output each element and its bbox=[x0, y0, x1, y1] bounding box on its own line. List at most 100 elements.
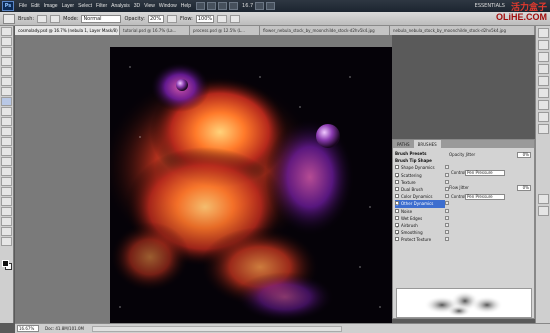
opacity-jitter-slider[interactable] bbox=[449, 159, 533, 168]
menu-select[interactable]: Select bbox=[76, 3, 94, 9]
opacity-field[interactable]: 20% bbox=[148, 14, 164, 23]
quick-selection-tool-icon[interactable] bbox=[1, 57, 12, 66]
checkbox-checked[interactable]: ✓ bbox=[395, 201, 399, 207]
clone-source-panel-icon[interactable] bbox=[537, 206, 549, 216]
wet-edges-item[interactable]: Wet Edges bbox=[395, 215, 449, 222]
zoom-tool-icon[interactable] bbox=[1, 237, 12, 246]
menu-image[interactable]: Image bbox=[42, 3, 60, 9]
menu-layer[interactable]: Layer bbox=[60, 3, 77, 9]
control-select-2[interactable]: Pen Pressure bbox=[465, 193, 505, 200]
checkbox[interactable] bbox=[395, 194, 399, 199]
screen-mode-icon[interactable] bbox=[266, 2, 276, 10]
pen-tool-icon[interactable] bbox=[1, 167, 12, 176]
brush-tool-icon[interactable] bbox=[1, 97, 12, 106]
zoom-level[interactable]: 16.7 bbox=[242, 3, 253, 9]
control-select-1[interactable]: Pen Pressure bbox=[465, 169, 505, 176]
layers-panel-icon[interactable] bbox=[537, 88, 549, 98]
hand-tool-icon[interactable] bbox=[218, 2, 228, 10]
menu-edit[interactable]: Edit bbox=[29, 3, 42, 9]
canvas-area[interactable] bbox=[15, 35, 392, 323]
3d-orbit-tool-icon[interactable] bbox=[1, 217, 12, 226]
tab-brushes[interactable]: BRUSHES bbox=[413, 140, 441, 148]
opacity-jitter-field[interactable]: 0% bbox=[517, 151, 531, 158]
adjustments-panel-icon[interactable] bbox=[537, 64, 549, 74]
noise-item[interactable]: Noise bbox=[395, 208, 449, 215]
type-tool-icon[interactable] bbox=[1, 177, 12, 186]
tab-cosmolady[interactable]: cosmolady.psd @ 16.7% (nebula 1, Layer M… bbox=[15, 26, 120, 35]
checkbox[interactable] bbox=[395, 186, 399, 191]
texture-item[interactable]: Texture bbox=[395, 179, 449, 186]
history-panel-icon[interactable] bbox=[537, 124, 549, 134]
menu-filter[interactable]: Filter bbox=[94, 3, 109, 9]
lock-icon[interactable] bbox=[445, 215, 449, 220]
flow-jitter-field[interactable]: 0% bbox=[517, 184, 531, 191]
hand-tool-icon[interactable] bbox=[1, 227, 12, 236]
bridge-icon[interactable] bbox=[196, 2, 206, 10]
flow-field[interactable]: 100% bbox=[195, 14, 214, 23]
lasso-tool-icon[interactable] bbox=[1, 47, 12, 56]
menu-help[interactable]: Help bbox=[179, 3, 193, 9]
lock-icon[interactable] bbox=[445, 237, 449, 242]
checkbox[interactable] bbox=[395, 208, 399, 213]
zoom-percentage-field[interactable]: 16.67% bbox=[17, 325, 39, 332]
protect-texture-item[interactable]: Protect Texture bbox=[395, 236, 449, 243]
tab-nebula-stock[interactable]: nebula_nebula_stock_by_moonchilde_stock-… bbox=[390, 26, 535, 35]
menu-view[interactable]: View bbox=[142, 3, 157, 9]
shape-tool-icon[interactable] bbox=[1, 197, 12, 206]
pressure-size-icon[interactable] bbox=[229, 14, 240, 23]
pressure-opacity-icon[interactable] bbox=[167, 14, 177, 23]
arrange-documents-icon[interactable] bbox=[255, 2, 265, 10]
nebula-artwork[interactable] bbox=[110, 47, 392, 323]
checkbox[interactable] bbox=[395, 179, 399, 184]
horizontal-scrollbar[interactable] bbox=[91, 325, 342, 332]
color-dynamics-item[interactable]: Color Dynamics bbox=[395, 193, 449, 200]
tab-paths[interactable]: PATHS bbox=[393, 140, 414, 148]
checkbox-checked[interactable]: ✓ bbox=[395, 172, 399, 179]
brush-picker[interactable] bbox=[37, 14, 48, 23]
tab-process[interactable]: process.psd @ 12.5% (L... bbox=[190, 26, 260, 35]
channels-panel-icon[interactable] bbox=[537, 100, 549, 110]
toggle-brush-panel-icon[interactable] bbox=[50, 14, 61, 23]
brush-panel-icon[interactable] bbox=[537, 194, 549, 204]
checkbox[interactable] bbox=[395, 215, 399, 220]
blur-tool-icon[interactable] bbox=[1, 147, 12, 156]
eyedropper-tool-icon[interactable] bbox=[1, 77, 12, 86]
checkbox-checked[interactable]: ✓ bbox=[395, 230, 399, 236]
eraser-tool-icon[interactable] bbox=[1, 127, 12, 136]
checkbox[interactable] bbox=[395, 165, 399, 170]
history-brush-tool-icon[interactable] bbox=[1, 117, 12, 126]
smoothing-item[interactable]: ✓ Smoothing bbox=[395, 229, 449, 236]
checkbox[interactable] bbox=[395, 237, 399, 242]
dual-brush-item[interactable]: Dual Brush bbox=[395, 186, 449, 193]
dodge-tool-icon[interactable] bbox=[1, 157, 12, 166]
menu-file[interactable]: File bbox=[17, 3, 29, 9]
path-selection-tool-icon[interactable] bbox=[1, 187, 12, 196]
lock-icon[interactable] bbox=[445, 230, 449, 235]
mode-select[interactable]: Normal bbox=[81, 14, 122, 23]
styles-panel-icon[interactable] bbox=[537, 52, 549, 62]
paths-panel-icon[interactable] bbox=[537, 112, 549, 122]
zoom-tool-icon[interactable] bbox=[229, 2, 239, 10]
color-panel-icon[interactable] bbox=[537, 28, 549, 38]
shape-dynamics-item[interactable]: Shape Dynamics bbox=[395, 164, 449, 171]
tab-flower-nebula[interactable]: flower_nebula_stock_by_moonchilde_stock-… bbox=[260, 26, 390, 35]
airbrush-item[interactable]: ✓ Airbrush bbox=[395, 222, 449, 229]
clone-stamp-tool-icon[interactable] bbox=[1, 107, 12, 116]
tab-tutorial[interactable]: tutorial.psd @ 16.7% (La... bbox=[120, 26, 190, 35]
brush-presets-button[interactable]: Brush Presets bbox=[395, 150, 445, 157]
document-size-info[interactable]: Doc: 41.8M/101.0M bbox=[45, 326, 84, 331]
swatches-panel-icon[interactable] bbox=[537, 40, 549, 50]
scattering-item[interactable]: ✓ Scattering bbox=[395, 172, 449, 179]
brush-tool-preset-icon[interactable] bbox=[3, 13, 15, 24]
lock-icon[interactable] bbox=[445, 201, 449, 206]
menu-3d[interactable]: 3D bbox=[132, 3, 142, 9]
crop-tool-icon[interactable] bbox=[1, 67, 12, 76]
menu-window[interactable]: Window bbox=[157, 3, 179, 9]
healing-brush-tool-icon[interactable] bbox=[1, 87, 12, 96]
gradient-tool-icon[interactable] bbox=[1, 137, 12, 146]
other-dynamics-item[interactable]: ✓ Other Dynamics bbox=[395, 200, 449, 208]
menu-analysis[interactable]: Analysis bbox=[109, 3, 132, 9]
airbrush-icon[interactable] bbox=[216, 14, 227, 23]
move-tool-icon[interactable] bbox=[1, 27, 12, 36]
workspace-switcher[interactable]: ESSENTIALS bbox=[475, 3, 505, 9]
